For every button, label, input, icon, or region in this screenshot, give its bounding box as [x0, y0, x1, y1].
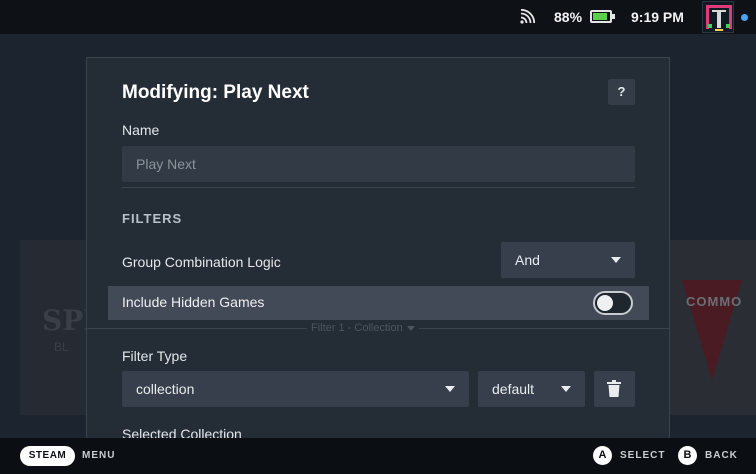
battery-percent: 88% — [554, 9, 583, 25]
filter-mode-dropdown[interactable]: default — [478, 371, 585, 407]
status-bar: 88% 9:19 PM — [0, 0, 756, 34]
help-button[interactable]: ? — [608, 79, 635, 105]
avatar-pixel-art — [703, 2, 733, 32]
a-button-icon[interactable]: A — [593, 446, 612, 465]
game-tile-art-word: COMMO — [686, 294, 743, 309]
avatar[interactable] — [702, 1, 734, 33]
toggle-knob — [597, 295, 613, 311]
battery-nub — [612, 14, 615, 19]
filter-type-dropdown[interactable]: collection — [122, 371, 469, 407]
collection-edit-dialog: Modifying: Play Next ? Name FILTERS Grou… — [86, 57, 670, 442]
battery-icon — [590, 10, 615, 23]
dialog-title: Modifying: Play Next — [122, 82, 309, 103]
delete-filter-button[interactable] — [594, 371, 635, 407]
game-tile-right: COMMO — [668, 240, 756, 415]
chevron-down-icon — [445, 386, 455, 392]
chevron-down-icon — [611, 257, 621, 263]
wifi-icon — [520, 9, 535, 24]
online-status-dot — [741, 14, 748, 21]
battery-fill — [593, 13, 608, 20]
group-logic-value: And — [515, 252, 540, 268]
b-button-icon[interactable]: B — [678, 446, 697, 465]
game-tile-left: SPI BL — [20, 240, 96, 415]
include-hidden-games-label: Include Hidden Games — [122, 294, 265, 310]
chevron-down-icon — [406, 325, 415, 331]
name-label: Name — [122, 122, 160, 138]
back-label: BACK — [705, 450, 738, 461]
group-logic-label: Group Combination Logic — [122, 254, 281, 270]
menu-label: MENU — [82, 450, 116, 461]
filter-type-label: Filter Type — [122, 348, 188, 364]
steam-button[interactable]: STEAM — [20, 446, 75, 466]
select-label: SELECT — [620, 450, 666, 461]
filter-section-header[interactable]: Filter 1 - Collection — [307, 322, 419, 334]
game-tile-art-text-2: BL — [54, 340, 69, 354]
filter-section-label: Filter 1 - Collection — [311, 322, 403, 334]
trash-icon — [607, 380, 621, 397]
divider — [122, 187, 635, 188]
include-hidden-games-row[interactable]: Include Hidden Games — [108, 286, 649, 320]
clock: 9:19 PM — [631, 9, 684, 25]
include-hidden-games-toggle[interactable] — [593, 291, 633, 315]
name-input[interactable] — [122, 146, 635, 182]
filter-mode-value: default — [492, 381, 535, 397]
group-logic-dropdown[interactable]: And — [501, 242, 635, 278]
filter-type-value: collection — [136, 381, 195, 397]
filters-heading: FILTERS — [122, 211, 183, 226]
footer-bar: STEAM MENU A SELECT B BACK — [0, 438, 756, 474]
chevron-down-icon — [561, 386, 571, 392]
